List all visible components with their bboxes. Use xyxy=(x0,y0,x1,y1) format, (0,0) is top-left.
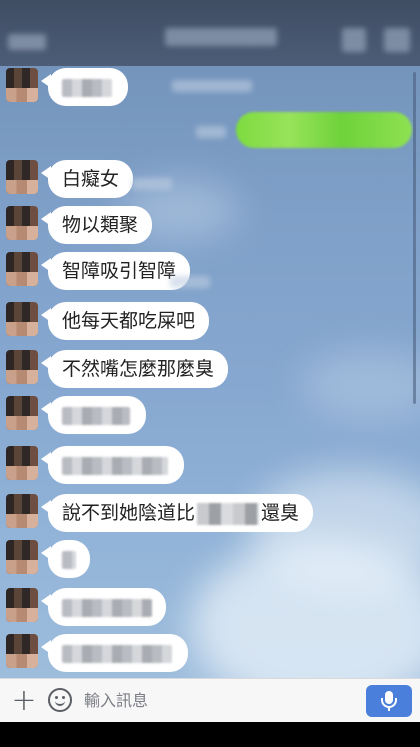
timestamp-redacted xyxy=(196,126,226,138)
redacted-text xyxy=(62,78,112,97)
back-button[interactable] xyxy=(8,34,46,50)
message-bubble-redacted[interactable] xyxy=(41,68,128,106)
message-text: 物以類聚 xyxy=(62,214,139,236)
avatar[interactable] xyxy=(6,588,38,622)
message-bubble[interactable]: 智障吸引智障 xyxy=(40,252,191,290)
avatar[interactable] xyxy=(6,160,38,194)
avatar[interactable] xyxy=(6,634,38,668)
message-text: 不然嘴怎麼那麼臭 xyxy=(62,358,215,380)
avatar[interactable] xyxy=(6,252,38,286)
avatar[interactable] xyxy=(6,396,38,430)
message-bubble[interactable]: 物以類聚 xyxy=(40,206,153,244)
message-bubble[interactable]: 白癡女 xyxy=(40,160,134,198)
chat-screen: 白癡女 物以類聚 智障吸引智障 他每天都吃屎吧 不然嘴怎麼那麼臭 說不到她陰道比… xyxy=(0,0,420,722)
mic-icon xyxy=(388,706,390,711)
avatar[interactable] xyxy=(6,302,38,336)
message-bubble-redacted[interactable] xyxy=(41,446,184,484)
mic-button[interactable] xyxy=(366,685,412,717)
avatar[interactable] xyxy=(6,206,38,240)
avatar[interactable] xyxy=(6,350,38,384)
emoji-icon[interactable] xyxy=(48,688,72,712)
timestamp-redacted xyxy=(172,80,252,92)
sent-message-redacted[interactable] xyxy=(236,112,412,148)
scrollbar[interactable] xyxy=(413,72,416,404)
avatar[interactable] xyxy=(6,446,38,480)
redacted-text xyxy=(62,456,168,475)
redacted-text xyxy=(62,550,76,569)
redacted-text xyxy=(62,598,152,617)
message-text: 白癡女 xyxy=(62,168,120,190)
avatar[interactable] xyxy=(6,540,38,574)
message-text: 還臭 xyxy=(261,502,300,524)
message-input-bar: + 輸入訊息 xyxy=(0,678,420,722)
redacted-text xyxy=(62,406,130,425)
message-bubble[interactable]: 說不到她陰道比 還臭 xyxy=(40,494,314,532)
message-bubble-redacted[interactable] xyxy=(41,540,90,578)
redacted-text xyxy=(62,644,172,663)
plus-icon[interactable]: + xyxy=(10,686,38,716)
message-input[interactable]: 輸入訊息 xyxy=(84,679,148,722)
message-bubble-redacted[interactable] xyxy=(41,396,146,434)
message-text: 智障吸引智障 xyxy=(62,260,177,282)
chat-header xyxy=(0,0,420,66)
message-bubble[interactable]: 他每天都吃屎吧 xyxy=(40,302,210,340)
redacted-word xyxy=(197,502,260,525)
message-text: 說不到她陰道比 xyxy=(62,502,196,524)
message-bubble[interactable]: 不然嘴怎麼那麼臭 xyxy=(40,350,229,388)
message-bubble-redacted[interactable] xyxy=(41,634,188,672)
menu-icon[interactable] xyxy=(384,28,410,52)
chat-title-redacted xyxy=(165,28,277,46)
avatar[interactable] xyxy=(6,68,38,102)
message-bubble-redacted[interactable] xyxy=(41,588,166,626)
timestamp-redacted xyxy=(132,178,172,190)
message-text: 他每天都吃屎吧 xyxy=(62,310,196,332)
avatar[interactable] xyxy=(6,494,38,528)
background-cloud xyxy=(300,350,420,420)
timestamp-redacted xyxy=(170,276,210,288)
header-action-icon[interactable] xyxy=(342,28,366,52)
